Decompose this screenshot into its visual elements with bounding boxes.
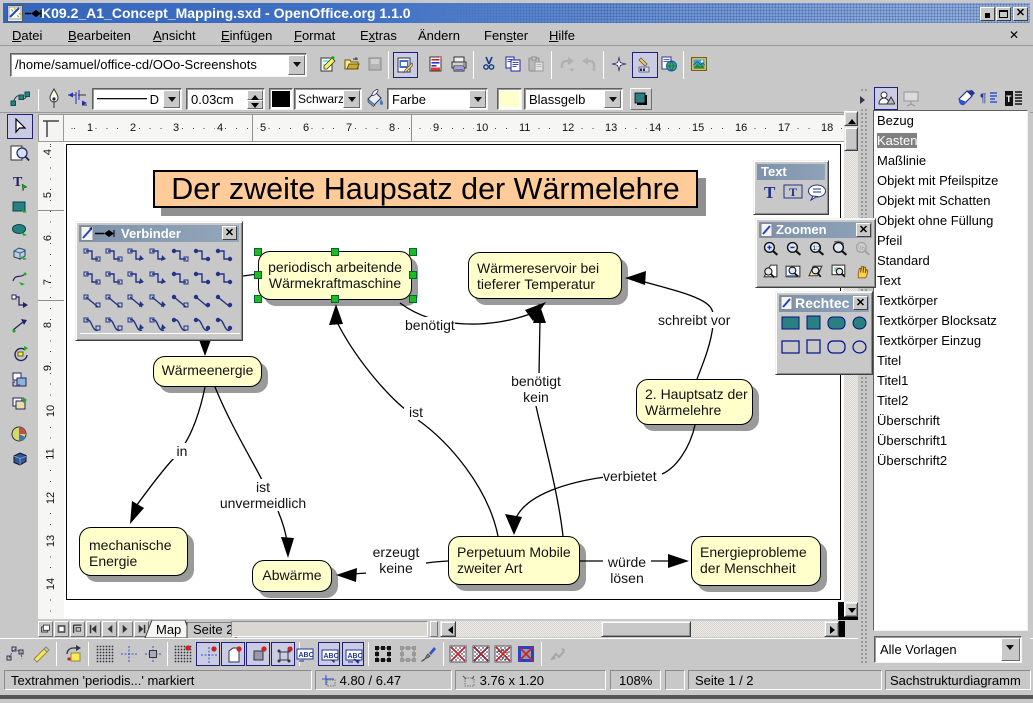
svg-text:ABC: ABC <box>324 653 339 660</box>
svg-text:T: T <box>1006 94 1012 104</box>
svg-text:ABC: ABC <box>299 652 314 659</box>
svg-text:¶: ¶ <box>980 91 986 105</box>
svg-text:T: T <box>13 175 23 190</box>
